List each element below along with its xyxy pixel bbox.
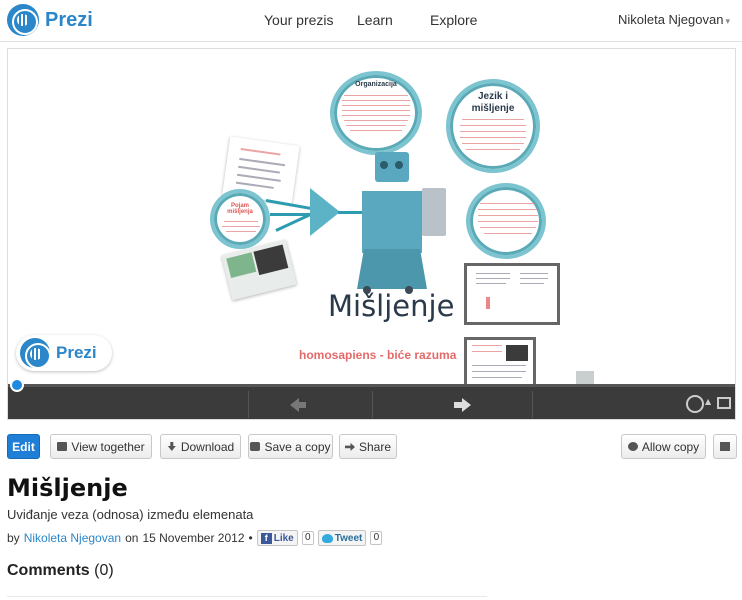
robot-arm (422, 188, 446, 236)
like-count: 0 (301, 531, 314, 545)
save-copy-label: Save a copy (264, 439, 331, 454)
presentation-canvas[interactable]: Pojam mišljenja Organizacija Jezik i miš… (8, 49, 735, 387)
facebook-like-button[interactable]: f Like (256, 530, 298, 546)
fullscreen-icon[interactable] (717, 397, 731, 409)
autoplay-icon[interactable] (686, 395, 704, 413)
action-bar: Edit View together Download Save a copy … (7, 434, 737, 460)
user-name: Nikoleta Njegovan (617, 12, 724, 27)
view-together-label: View together (71, 439, 145, 454)
chevron-down-icon: ▾ (725, 16, 730, 26)
next-step-button[interactable] (384, 387, 494, 419)
circle-pojam-title: Pojam mišljenja (227, 203, 253, 215)
tweet-button[interactable]: Tweet (317, 530, 367, 546)
arrow-left-icon (290, 398, 306, 412)
view-together-button[interactable]: View together (50, 434, 152, 459)
recycle-icon (627, 442, 638, 451)
photo-card (221, 239, 297, 301)
twitter-icon (321, 533, 333, 543)
circle-jezik-i-misljenje[interactable]: Jezik i mišljenje (446, 79, 540, 173)
on-label: on (125, 531, 139, 545)
prezi-badge-text: Prezi (56, 343, 97, 362)
download-button[interactable]: Download (160, 434, 241, 459)
top-navigation-bar: Prezi Your prezis Learn Explore Nikoleta… (0, 0, 742, 42)
share-label: Share (358, 439, 392, 454)
tweet-count: 0 (370, 531, 383, 545)
divider (7, 596, 487, 597)
comments-title: Comments (7, 562, 90, 579)
robot-head (375, 152, 409, 182)
publish-date: 15 November 2012 (142, 531, 245, 545)
progress-track[interactable] (8, 384, 735, 387)
comments-count: (0) (94, 562, 114, 579)
slide-subtitle: homosapiens - biće razuma (299, 348, 457, 362)
tweet-label: Tweet (334, 532, 363, 544)
prezi-watermark-badge[interactable]: Prezi (16, 335, 112, 371)
player-controls: ▲ (8, 378, 735, 419)
robot-body (362, 191, 422, 253)
prezi-title: Mišljenje (7, 474, 128, 502)
save-copy-button[interactable]: Save a copy (248, 434, 333, 459)
download-icon (167, 442, 176, 451)
circle-pojam-misljenja[interactable]: Pojam mišljenja (210, 189, 270, 249)
edit-button[interactable]: Edit (7, 434, 40, 459)
by-label: by (7, 531, 20, 545)
user-menu[interactable]: Nikoleta Njegovan ▾ (618, 12, 730, 27)
prezi-logo[interactable]: Prezi (7, 4, 93, 36)
like-label: Like (273, 532, 294, 544)
circle-organizacija-title: Organizacija (355, 81, 397, 88)
corner-photo (576, 371, 594, 385)
nav-learn[interactable]: Learn (357, 12, 393, 28)
comments-heading: Comments (0) (7, 562, 114, 580)
bracket-note-right (518, 269, 552, 319)
prezi-logo-text: Prezi (45, 8, 93, 31)
monitor-icon (57, 442, 68, 451)
share-button[interactable]: Share (339, 434, 397, 459)
separator-dot: • (248, 531, 253, 545)
prezi-logo-icon (7, 4, 39, 36)
progress-handle[interactable] (10, 378, 24, 392)
bracket-bottom-note (470, 341, 530, 385)
slide-title: Mišljenje (328, 289, 455, 323)
prezi-badge-icon (20, 338, 51, 369)
nav-your-prezis[interactable]: Your prezis (264, 12, 334, 28)
save-icon (250, 442, 261, 451)
prezi-description: Uviđanje veza (odnosa) između elemenata (7, 507, 254, 522)
facebook-icon: f (260, 532, 272, 544)
byline: by Nikoleta Njegovan on 15 November 2012… (7, 530, 383, 546)
connector-line (338, 211, 362, 214)
nav-explore[interactable]: Explore (430, 12, 477, 28)
edit-button-label: Edit (12, 439, 35, 454)
circle-organizacija[interactable]: Organizacija (330, 71, 422, 155)
allow-copy-label: Allow copy (641, 439, 700, 454)
robot-skirt (357, 249, 427, 289)
share-icon (344, 442, 355, 451)
delete-button[interactable] (713, 434, 737, 459)
previous-step-button[interactable] (258, 387, 368, 419)
arrow-right-icon (454, 398, 471, 412)
allow-copy-button[interactable]: Allow copy (621, 434, 706, 459)
circle-detail[interactable] (466, 183, 546, 259)
circle-jezik-title: Jezik i mišljenje (471, 91, 515, 114)
download-label: Download (180, 439, 235, 454)
trash-icon (720, 442, 730, 451)
prezi-viewer[interactable]: Pojam mišljenja Organizacija Jezik i miš… (7, 48, 736, 420)
chevron-up-icon[interactable]: ▲ (705, 397, 711, 406)
bracket-note (474, 269, 514, 319)
funnel-shape (310, 188, 340, 236)
author-link[interactable]: Nikoleta Njegovan (24, 531, 121, 545)
